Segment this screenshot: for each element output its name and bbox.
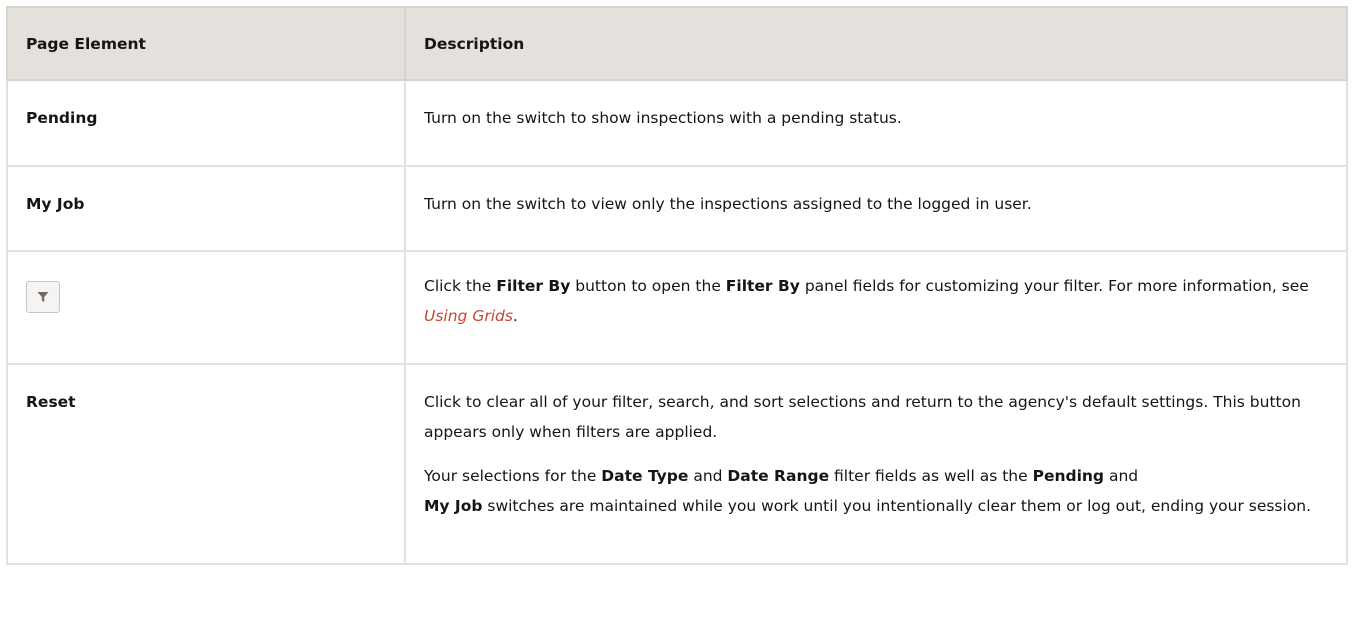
table-row: Pending Turn on the switch to show inspe… [6, 79, 1348, 167]
page-elements-table: Page Element Description Pending Turn on… [6, 6, 1348, 565]
table-header-row: Page Element Description [6, 6, 1348, 81]
header-description: Description [404, 6, 1348, 81]
table-row: Reset Click to clear all of your filter,… [6, 363, 1348, 565]
desc-text: Your selections for the [424, 467, 602, 485]
desc-text: Click the [424, 277, 497, 295]
description-my-job: Turn on the switch to view only the insp… [424, 195, 1032, 213]
element-cell: Reset [6, 363, 406, 565]
desc-text: switches are maintained while you work u… [482, 497, 1312, 515]
using-grids-link[interactable]: Using Grids [424, 307, 513, 325]
desc-bold-pending: Pending [1032, 467, 1105, 485]
description-cell: Click the Filter By button to open the F… [404, 250, 1348, 365]
filter-by-button[interactable] [26, 281, 60, 313]
description-cell: Turn on the switch to show inspections w… [404, 79, 1348, 167]
desc-text: panel fields for customizing your filter… [799, 277, 1309, 295]
description-reset-para-1: Click to clear all of your filter, searc… [424, 393, 1301, 441]
desc-text: and [688, 467, 728, 485]
desc-bold-date-type: Date Type [601, 467, 689, 485]
desc-bold-my-job: My Job [424, 497, 483, 515]
table-row: Click the Filter By button to open the F… [6, 250, 1348, 365]
header-page-element: Page Element [6, 6, 406, 81]
element-label-my-job: My Job [26, 195, 85, 213]
desc-bold-filter-by: Filter By [725, 277, 800, 295]
element-cell: Pending [6, 79, 406, 167]
description-filter: Click the Filter By button to open the F… [424, 271, 1340, 331]
description-reset-para-2: Your selections for the Date Type and Da… [424, 461, 1340, 521]
description-pending: Turn on the switch to show inspections w… [424, 109, 902, 127]
desc-bold-filter-by: Filter By [496, 277, 571, 295]
desc-text: . [512, 307, 518, 325]
element-cell [6, 250, 406, 365]
desc-text: button to open the [570, 277, 726, 295]
element-cell: My Job [6, 165, 406, 252]
element-label-reset: Reset [26, 393, 76, 411]
element-label-pending: Pending [26, 109, 98, 127]
description-cell: Turn on the switch to view only the insp… [404, 165, 1348, 252]
desc-bold-date-range: Date Range [727, 467, 830, 485]
filter-icon [37, 292, 49, 302]
desc-text: filter fields as well as the [829, 467, 1033, 485]
table-row: My Job Turn on the switch to view only t… [6, 165, 1348, 252]
desc-text: and [1104, 467, 1139, 485]
description-cell: Click to clear all of your filter, searc… [404, 363, 1348, 565]
